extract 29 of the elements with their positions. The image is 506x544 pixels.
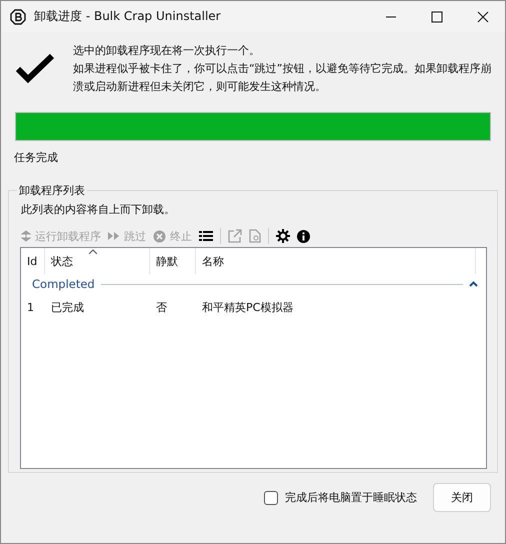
message-text: 如果进程似乎被卡住了，你可以点击“跳过”按钮，以避免等待它完成。如果卸载程序崩溃或启动新进程但未关闭它，则可能发生这种情况。 <box>73 61 492 95</box>
list-view-button[interactable] <box>199 230 213 242</box>
column-header[interactable]: 名称 <box>196 248 475 274</box>
maximize-icon[interactable] <box>431 10 443 22</box>
window-title: 卸载进度 - Bulk Crap Uninstaller <box>34 8 221 25</box>
table-cell-text: 1 <box>26 300 35 314</box>
description-text: 此列表的内容将自上而下卸载。 <box>21 202 176 217</box>
close-button[interactable]: 关闭 <box>433 483 491 512</box>
column-header[interactable]: Id <box>21 248 45 274</box>
table-cell-text: 已完成 <box>50 300 85 314</box>
settings-button[interactable] <box>276 229 290 243</box>
checkbox-label: 完成后将电脑置于睡眠状态 <box>285 490 417 505</box>
stop-icon <box>153 230 166 242</box>
checkmark-icon <box>15 53 55 85</box>
up-down-arrows-icon <box>21 230 31 242</box>
column-header[interactable]: 静默 <box>150 248 196 274</box>
close-icon[interactable] <box>477 10 489 22</box>
fast-forward-icon <box>108 231 120 241</box>
checkbox[interactable] <box>264 490 278 504</box>
table-cell-text: 和平精英PC模拟器 <box>201 300 294 314</box>
app-logo-icon <box>10 8 26 24</box>
column-header[interactable]: 状态 <box>45 248 150 274</box>
group-header[interactable]: Completed <box>32 277 95 291</box>
message-text: 选中的卸载程序现在将一次执行一个。 <box>73 43 261 59</box>
info-button[interactable] <box>297 230 310 242</box>
status-text: 任务完成 <box>14 150 59 165</box>
group-title: 卸载程序列表 <box>18 183 86 198</box>
collapse-icon[interactable] <box>469 281 478 287</box>
table-cell-text: 否 <box>155 300 168 314</box>
